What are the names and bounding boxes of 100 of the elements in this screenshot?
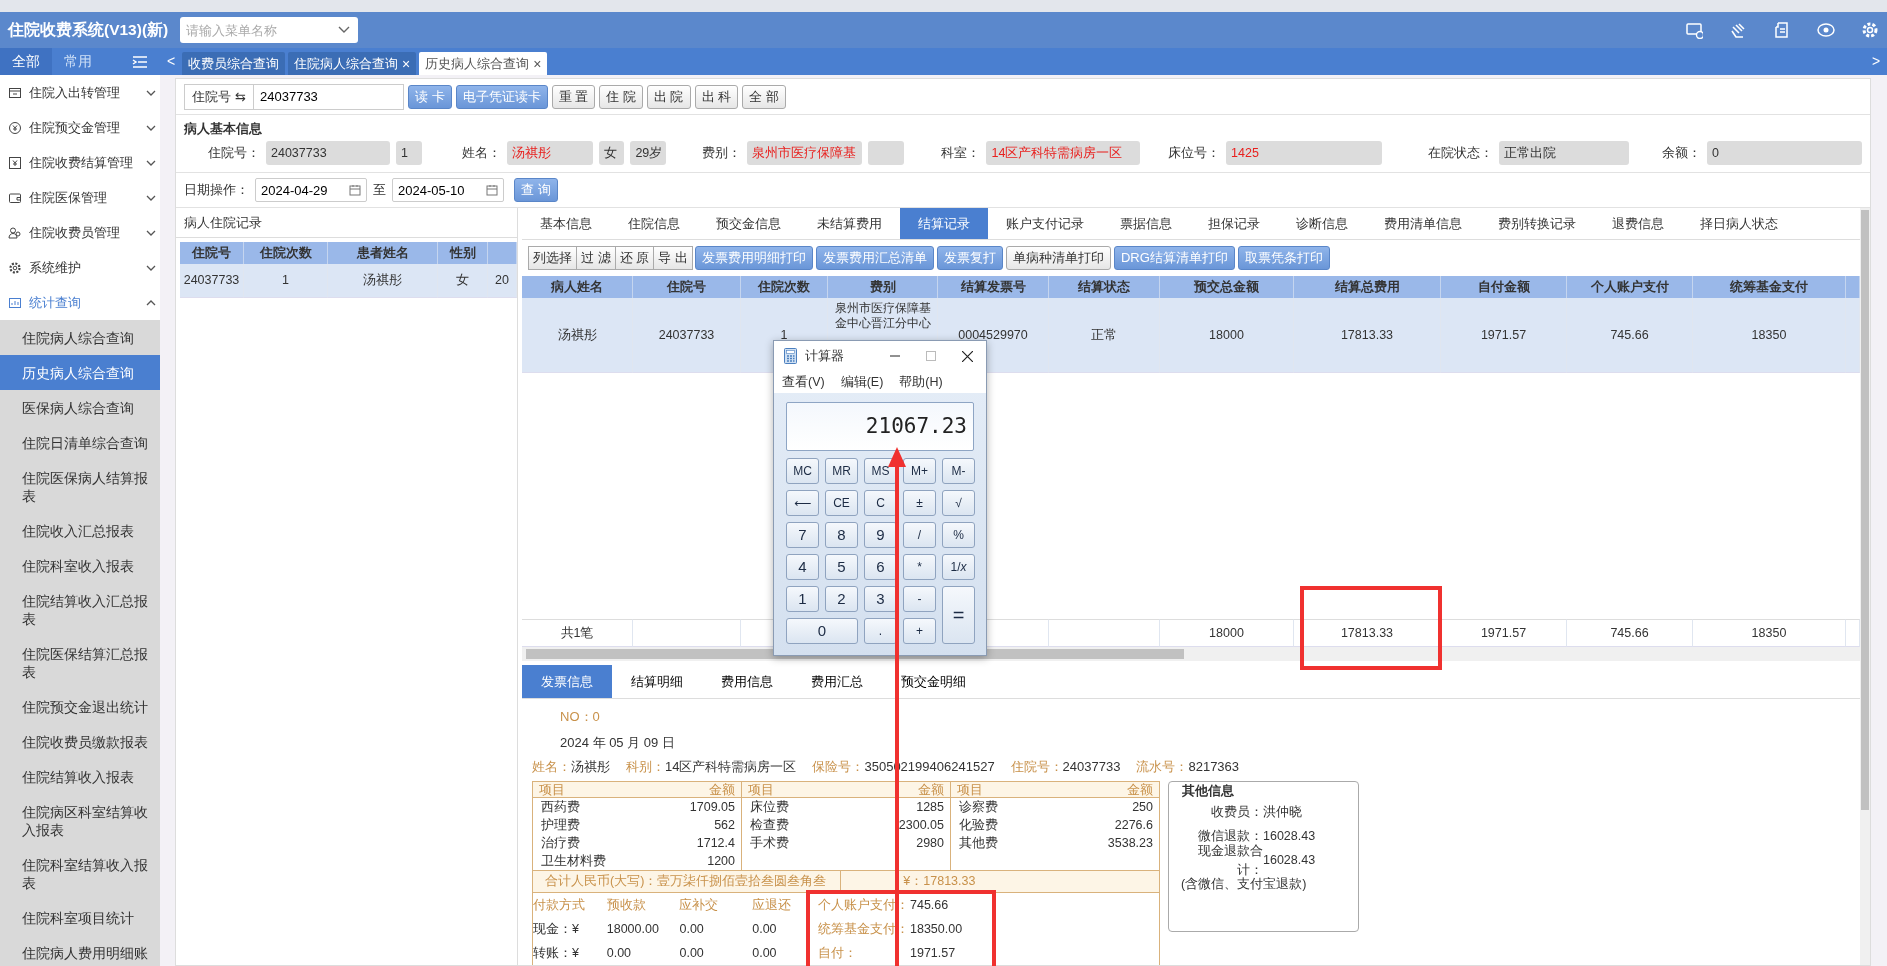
menu-item[interactable]: 系统维护 — [0, 250, 160, 285]
close-button[interactable]: × — [402, 56, 411, 71]
toolbar-button[interactable]: 列选择 — [528, 245, 577, 270]
calculator-key[interactable]: ⟵ — [786, 490, 819, 516]
date-field[interactable]: 2024-04-29 — [255, 178, 367, 202]
tab[interactable]: 历史病人综合查询 × — [419, 52, 548, 75]
search-key-dropdown[interactable]: 住院号 ⇆ — [184, 83, 254, 110]
tab[interactable]: 费别转换记录 — [1480, 208, 1594, 239]
calculator-key[interactable]: C — [864, 490, 897, 516]
toolbar-button[interactable]: 过 滤 — [576, 245, 616, 270]
scroll-right-button[interactable]: > — [1865, 51, 1887, 72]
toolbar-button[interactable]: 出 科 — [694, 84, 739, 109]
menu-item[interactable]: 住院病区科室结算收入报表 — [0, 794, 160, 847]
calculator-key[interactable]: MC — [786, 458, 819, 484]
calculator-key[interactable]: 7 — [786, 522, 819, 548]
tab[interactable]: 结算明细 — [612, 665, 702, 698]
toolbar-button[interactable]: 出 院 — [646, 84, 691, 109]
tab[interactable]: 结算记录 — [900, 208, 988, 239]
menu-icon[interactable] — [132, 54, 148, 69]
search-field[interactable]: 24037733 — [254, 83, 404, 110]
tab[interactable]: 费用信息 — [702, 665, 792, 698]
calculator-key[interactable]: M+ — [903, 458, 936, 484]
tab[interactable]: 预交金信息 — [698, 208, 799, 239]
close-button[interactable]: × — [533, 56, 542, 71]
menu-search-field[interactable]: 请输入菜单名称 — [180, 17, 358, 43]
settings-icon[interactable] — [1861, 21, 1879, 39]
toolbar-button[interactable]: 全 部 — [742, 84, 786, 109]
calculator-key[interactable]: . — [864, 618, 897, 644]
calculator-key[interactable]: 5 — [825, 554, 858, 580]
menu-item[interactable]: 住院收费员管理 — [0, 215, 160, 250]
document-icon[interactable] — [1773, 21, 1791, 39]
menu-item[interactable]: 住院医保结算汇总报表 — [0, 636, 160, 689]
toolbar-button[interactable]: 单病种清单打印 — [1005, 245, 1111, 270]
toolbar-button[interactable]: 住 院 — [599, 84, 643, 109]
scroll-left-button[interactable]: < — [160, 51, 182, 72]
tab[interactable]: 诊断信息 — [1278, 208, 1366, 239]
menu-item[interactable]: 住院病人费用明细账 — [0, 935, 160, 966]
calculator-key[interactable]: √ — [942, 490, 975, 516]
calculator-key[interactable]: 1 — [786, 586, 819, 612]
calculator-key[interactable]: M- — [942, 458, 975, 484]
toolbar-button[interactable]: 导 出 — [653, 245, 693, 270]
menu-item[interactable]: 住院医保病人结算报表 — [0, 460, 160, 513]
tab[interactable]: 账户支付记录 — [988, 208, 1102, 239]
calculator-key[interactable]: 8 — [825, 522, 858, 548]
tab[interactable]: 预交金明细 — [882, 665, 985, 698]
tab[interactable]: 担保记录 — [1190, 208, 1278, 239]
menu-item[interactable]: 帮助(H) — [899, 372, 943, 392]
toolbar-button[interactable]: 重 置 — [551, 84, 596, 109]
tab[interactable]: 基本信息 — [522, 208, 610, 239]
menu-item[interactable]: 住院收入汇总报表 — [0, 513, 160, 548]
calculator-key[interactable]: - — [903, 586, 936, 612]
menu-item[interactable]: 住院收费员缴款报表 — [0, 724, 160, 759]
calculator-key[interactable]: + — [903, 618, 936, 644]
menu-item[interactable]: 住院日清单综合查询 — [0, 425, 160, 460]
monitor-icon[interactable] — [1685, 21, 1703, 39]
menu-item[interactable]: 住院收费结算管理 — [0, 145, 160, 180]
menu-item[interactable]: 住院科室结算收入报表 — [0, 847, 160, 900]
menu-item[interactable]: 统计查询 — [0, 285, 160, 320]
tab[interactable]: 收费员综合查询 — [182, 52, 285, 75]
tab[interactable]: 择日病人状态 — [1682, 208, 1796, 239]
close-icon[interactable] — [962, 350, 973, 362]
scrollbar[interactable] — [1860, 208, 1870, 965]
calculator-key[interactable]: 4 — [786, 554, 819, 580]
menu-item[interactable]: 住院医保管理 — [0, 180, 160, 215]
date-field[interactable]: 2024-05-10 — [392, 178, 504, 202]
maximize-icon[interactable] — [926, 350, 936, 361]
calculator-key[interactable]: MR — [825, 458, 858, 484]
tab[interactable]: 住院信息 — [610, 208, 698, 239]
eye-icon[interactable] — [1817, 21, 1835, 39]
menu-item[interactable]: 住院预交金管理 — [0, 110, 160, 145]
tab[interactable]: 未结算费用 — [799, 208, 900, 239]
calculator-key[interactable]: / — [903, 522, 936, 548]
tab[interactable]: 费用清单信息 — [1366, 208, 1480, 239]
menu-item[interactable]: 住院病人综合查询 — [0, 320, 160, 355]
sidebar-tab[interactable]: 全部 — [0, 48, 52, 75]
tab[interactable]: 住院病人综合查询 × — [288, 52, 417, 75]
calculator-key[interactable]: 9 — [864, 522, 897, 548]
calculator-key[interactable]: * — [903, 554, 936, 580]
tab[interactable]: 发票信息 — [522, 665, 612, 698]
menu-item[interactable]: 住院结算收入汇总报表 — [0, 583, 160, 636]
hand-icon[interactable] — [1729, 21, 1747, 39]
tab[interactable]: 退费信息 — [1594, 208, 1682, 239]
tab[interactable]: 费用汇总 — [792, 665, 882, 698]
calculator-key[interactable]: 6 — [864, 554, 897, 580]
menu-item[interactable]: 编辑(E) — [840, 372, 884, 392]
menu-item[interactable]: 住院结算收入报表 — [0, 759, 160, 794]
calculator-key[interactable]: 2 — [825, 586, 858, 612]
menu-item[interactable]: 住院预交金退出统计 — [0, 689, 160, 724]
tab[interactable]: 票据信息 — [1102, 208, 1190, 239]
calculator-key[interactable]: 1/x — [942, 554, 975, 580]
menu-item[interactable]: 医保病人综合查询 — [0, 390, 160, 425]
menu-item[interactable]: 住院科室项目统计 — [0, 900, 160, 935]
calculator-key[interactable]: % — [942, 522, 975, 548]
calculator-key[interactable]: CE — [825, 490, 858, 516]
calculator-key[interactable]: 3 — [864, 586, 897, 612]
menu-item[interactable]: 查看(V) — [782, 372, 825, 392]
calculator-key[interactable]: 0 — [786, 618, 858, 644]
calculator-key[interactable]: = — [942, 586, 975, 644]
calculator-key[interactable]: ± — [903, 490, 936, 516]
toolbar-button[interactable]: 还 原 — [614, 245, 655, 270]
